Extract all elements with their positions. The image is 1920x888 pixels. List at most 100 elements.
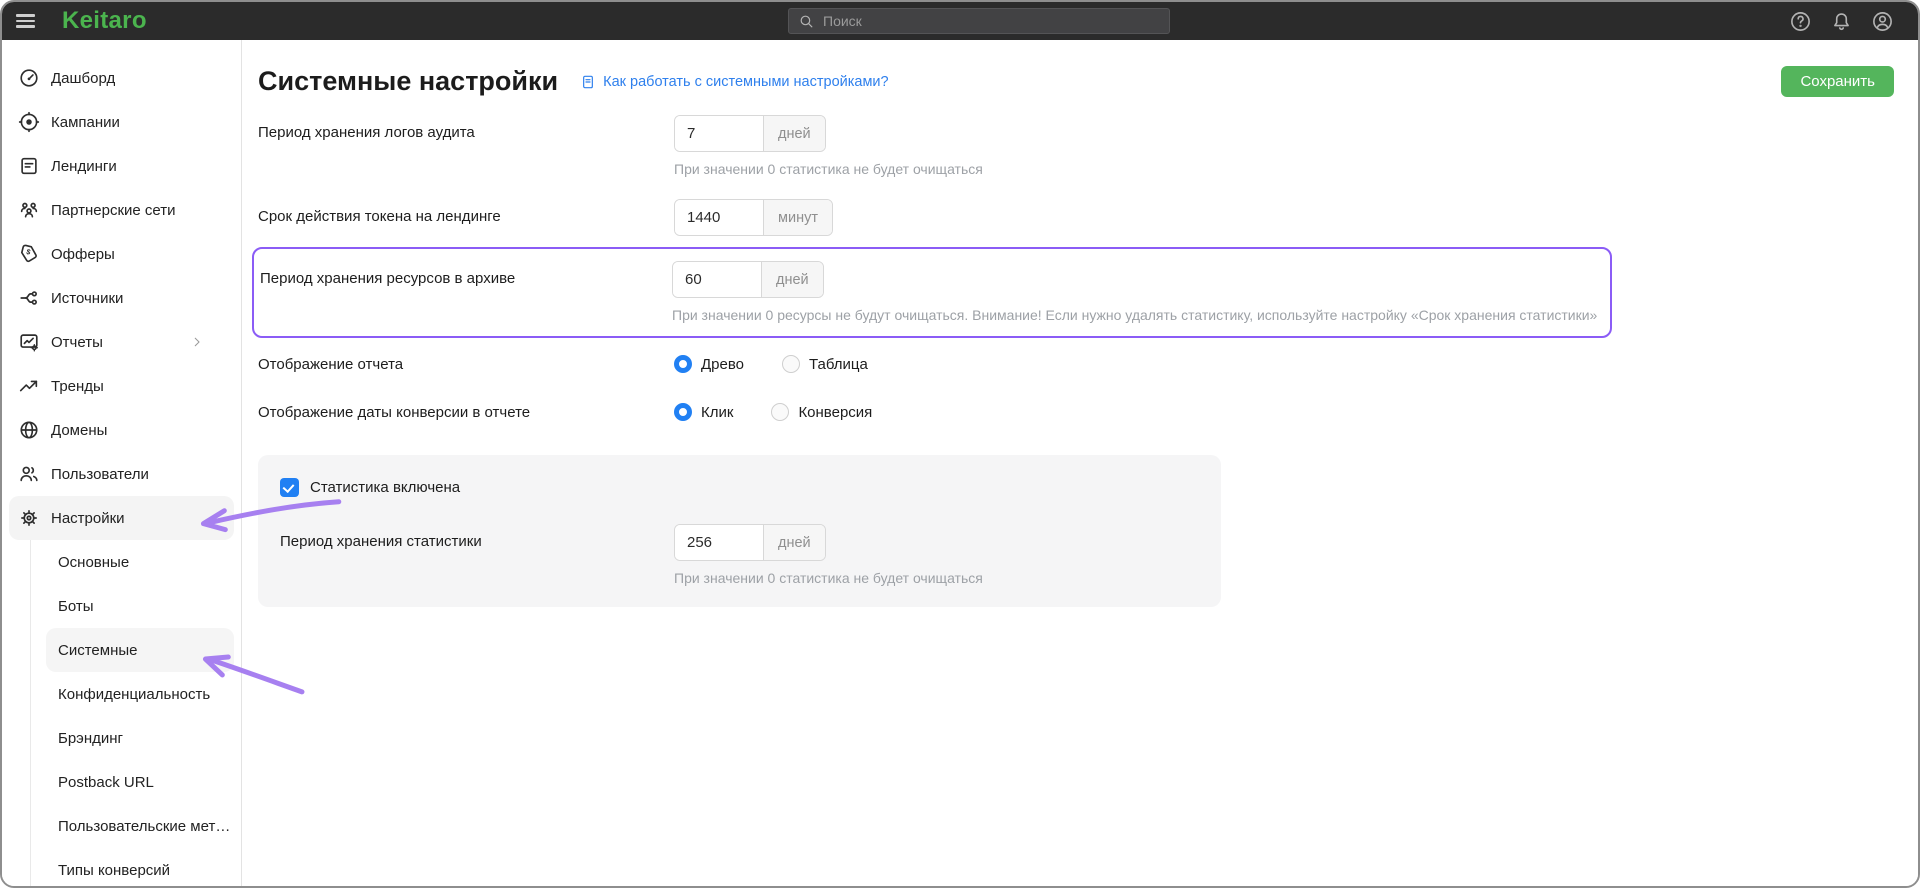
sidebar-item-settings[interactable]: Настройки [9, 496, 234, 540]
subitem-label: Системные [58, 642, 137, 659]
form-row-conversion-date: Отображение даты конверсии в отчете Клик… [258, 403, 1894, 421]
gear-icon [18, 507, 40, 529]
checkbox-checked-icon [280, 478, 299, 497]
subitem-postback-url[interactable]: Postback URL [31, 760, 241, 804]
subitem-label: Основные [58, 554, 129, 571]
sidebar-item-label: Настройки [51, 510, 125, 527]
radio-option-conversion[interactable]: Конверсия [771, 403, 872, 421]
radio-unchecked-icon [782, 355, 800, 373]
sidebar-item-offers[interactable]: $ Офферы [9, 232, 234, 276]
stats-period-group: дней [674, 524, 826, 561]
target-icon [18, 111, 40, 133]
sidebar-item-trends[interactable]: Тренды [9, 364, 234, 408]
unit-addon: дней [763, 116, 825, 151]
users-icon [18, 463, 40, 485]
unit-addon: дней [761, 262, 823, 297]
subitem-label: Боты [58, 598, 94, 615]
subitem-general[interactable]: Основные [31, 540, 241, 584]
field-hint: При значении 0 ресурсы не будут очищатьс… [672, 307, 1597, 323]
sidebar-item-label: Дашборд [51, 70, 115, 87]
sidebar-item-label: Источники [51, 290, 123, 307]
form-row-audit-log-period: Период хранения логов аудита дней При зн… [258, 115, 1894, 177]
sidebar-item-domains[interactable]: Домены [9, 408, 234, 452]
network-users-icon [18, 199, 40, 221]
global-search [788, 8, 1170, 34]
sidebar-item-label: Домены [51, 422, 107, 439]
audit-log-period-input[interactable] [675, 116, 763, 151]
topbar: Keitaro [2, 2, 1918, 40]
subitem-label: Брэндинг [58, 730, 123, 747]
sidebar-item-label: Кампании [51, 114, 120, 131]
archive-period-input[interactable] [673, 262, 761, 297]
subitem-system[interactable]: Системные [46, 628, 234, 672]
subitem-bots[interactable]: Боты [31, 584, 241, 628]
settings-submenu: Основные Боты Системные Конфиденциальнос… [30, 540, 241, 888]
subitem-privacy[interactable]: Конфиденциальность [31, 672, 241, 716]
hamburger-menu-icon[interactable] [16, 9, 40, 33]
help-link-label: Как работать с системными настройками? [603, 74, 888, 90]
unit-addon: дней [763, 525, 825, 560]
radio-option-click[interactable]: Клик [674, 403, 733, 421]
radio-checked-icon [674, 403, 692, 421]
landing-token-input[interactable] [675, 200, 763, 235]
subitem-custom-metrics[interactable]: Пользовательские мет… [31, 804, 241, 848]
field-label: Период хранения статистики [280, 524, 674, 586]
sidebar-item-affiliate-networks[interactable]: Партнерские сети [9, 188, 234, 232]
subitem-label: Postback URL [58, 774, 154, 791]
subitem-label: Пользовательские мет… [58, 818, 230, 835]
document-icon [18, 155, 40, 177]
sidebar: Дашборд Кампании Лендинги Партнерские се… [2, 40, 242, 886]
field-label: Период хранения логов аудита [258, 115, 674, 177]
gauge-icon [18, 67, 40, 89]
radio-label: Клик [701, 404, 733, 421]
help-doc-link[interactable]: Как работать с системными настройками? [580, 74, 888, 90]
field-label: Отображение даты конверсии в отчете [258, 404, 674, 421]
sidebar-item-landings[interactable]: Лендинги [9, 144, 234, 188]
radio-option-table[interactable]: Таблица [782, 355, 868, 373]
book-icon [580, 74, 596, 90]
bell-icon[interactable] [1830, 10, 1853, 33]
statistics-enabled-checkbox[interactable]: Статистика включена [280, 478, 1197, 497]
subitem-label: Типы конверсий [58, 862, 170, 879]
statistics-panel: Статистика включена Период хранения стат… [258, 455, 1221, 607]
sidebar-item-users[interactable]: Пользователи [9, 452, 234, 496]
svg-text:$: $ [25, 247, 31, 257]
field-label: Отображение отчета [258, 356, 674, 373]
main-content: Системные настройки Как работать с систе… [242, 40, 1918, 886]
tag-icon: $ [18, 243, 40, 265]
chevron-right-icon [190, 335, 204, 349]
field-label: Период хранения ресурсов в архиве [260, 261, 672, 323]
radio-unchecked-icon [771, 403, 789, 421]
subitem-conversion-types[interactable]: Типы конверсий [31, 848, 241, 888]
trend-up-icon [18, 375, 40, 397]
subitem-branding[interactable]: Брэндинг [31, 716, 241, 760]
highlight-annotation-box: Период хранения ресурсов в архиве дней П… [252, 247, 1612, 338]
stats-period-input[interactable] [675, 525, 763, 560]
search-icon [798, 13, 815, 30]
sidebar-item-campaigns[interactable]: Кампании [9, 100, 234, 144]
field-label: Срок действия токена на лендинге [258, 199, 674, 236]
account-icon[interactable] [1871, 10, 1894, 33]
sidebar-item-label: Тренды [51, 378, 104, 395]
sidebar-item-label: Партнерские сети [51, 202, 176, 219]
app-window: Keitaro Дашборд Кампании Лендинги [0, 0, 1920, 888]
radio-label: Древо [701, 356, 744, 373]
sidebar-item-dashboard[interactable]: Дашборд [9, 56, 234, 100]
form-row-stats-period: Период хранения статистики дней При знач… [280, 524, 1197, 586]
audit-log-period-group: дней [674, 115, 826, 152]
archive-period-group: дней [672, 261, 824, 298]
page-title: Системные настройки [258, 66, 558, 97]
search-input[interactable] [823, 13, 1160, 29]
sidebar-item-reports[interactable]: Отчеты [9, 320, 234, 364]
radio-option-tree[interactable]: Древо [674, 355, 744, 373]
radio-checked-icon [674, 355, 692, 373]
save-button[interactable]: Сохранить [1781, 66, 1894, 97]
form-row-report-view: Отображение отчета Древо Таблица [258, 355, 1894, 373]
subitem-label: Конфиденциальность [58, 686, 210, 703]
sidebar-item-sources[interactable]: Источники [9, 276, 234, 320]
form-row-landing-token: Срок действия токена на лендинге минут [258, 199, 1894, 236]
help-circle-icon[interactable] [1789, 10, 1812, 33]
sidebar-item-label: Отчеты [51, 334, 103, 351]
app-logo[interactable]: Keitaro [62, 7, 147, 35]
sidebar-item-label: Лендинги [51, 158, 117, 175]
